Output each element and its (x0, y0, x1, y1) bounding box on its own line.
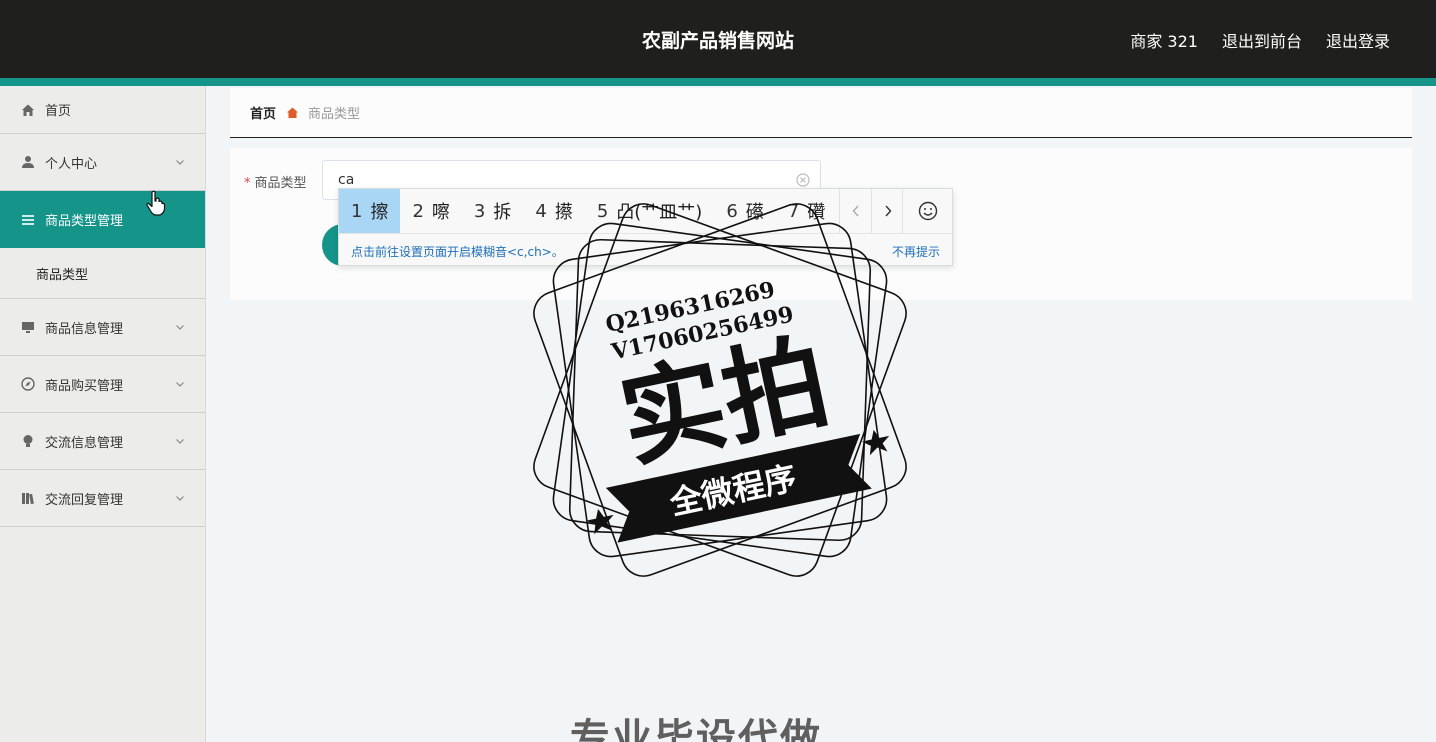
watermark-stamp: Q2196316269 V17060256499 实拍 全微程序 (533, 203, 907, 577)
sidebar-subitem-category[interactable]: 商品类型 (0, 248, 205, 299)
breadcrumb-current: 商品类型 (308, 107, 361, 122)
chevron-down-icon (176, 160, 184, 165)
smiley-icon (918, 201, 937, 221)
sidebar-item-category-management[interactable]: 商品类型管理 (0, 191, 205, 248)
user-name-link[interactable]: 商家 321 (1130, 28, 1198, 52)
sidebar-item-product-management[interactable]: 商品信息管理 (0, 299, 205, 356)
bottom-watermark-text: 专业毕设代做 (570, 716, 822, 742)
sidebar-item-label: 交流信息管理 (45, 435, 124, 451)
sidebar-item-label: 商品购买管理 (45, 378, 124, 394)
compass-icon (20, 376, 36, 392)
sidebar-item-personal-center[interactable]: 个人中心 (0, 134, 205, 191)
candidate-text: 擦 (370, 202, 389, 223)
candidate-text: 嚓 (431, 202, 450, 223)
accent-bar (0, 78, 1436, 86)
ime-candidate[interactable]: 1擦 (339, 189, 401, 233)
bulb-icon (20, 433, 36, 449)
home-icon (20, 102, 36, 118)
chevron-down-icon (176, 496, 184, 501)
sidebar-item-home[interactable]: 首页 (0, 86, 205, 134)
candidate-number: 2 (412, 200, 424, 222)
ime-candidate[interactable]: 2嚓 (400, 189, 461, 233)
clear-icon[interactable] (796, 173, 810, 187)
logout-link[interactable]: 退出登录 (1326, 28, 1390, 52)
sidebar-item-label: 交流回复管理 (45, 492, 124, 508)
list-icon (20, 212, 36, 228)
sidebar-item-label: 个人中心 (45, 156, 98, 172)
exit-to-front-link[interactable]: 退出到前台 (1222, 28, 1302, 52)
top-bar: 农副产品销售网站 商家 321 退出到前台 退出登录 (0, 0, 1436, 86)
sidebar-item-label: 商品信息管理 (45, 321, 124, 337)
candidate-text: 拆 (493, 202, 512, 223)
breadcrumb-home[interactable]: 首页 (250, 103, 276, 122)
candidate-number: 3 (473, 200, 486, 222)
chevron-down-icon (176, 325, 184, 330)
sidebar-item-label: 商品类型管理 (45, 214, 124, 229)
chevron-down-icon (176, 439, 184, 444)
required-mark: * (244, 176, 251, 191)
sidebar: 首页 个人中心 商品类型管理 商品类型 商品信息管理 商品购买管理 交流信息管理 (0, 86, 206, 742)
book-icon (20, 490, 36, 506)
hand-cursor-icon (146, 190, 166, 216)
sidebar-item-communication-management[interactable]: 交流信息管理 (0, 413, 205, 470)
sidebar-item-purchase-management[interactable]: 商品购买管理 (0, 356, 205, 413)
house-separator-icon (286, 106, 299, 119)
breadcrumb: 首页 商品类型 (230, 88, 1412, 138)
ime-candidate[interactable]: 3拆 (462, 189, 523, 233)
category-input-value: ca (338, 172, 355, 188)
category-field-label: * 商品类型 (244, 172, 307, 191)
category-label-text: 商品类型 (254, 176, 307, 191)
candidate-number: 1 (351, 200, 363, 222)
monitor-icon (20, 319, 36, 335)
sidebar-item-reply-management[interactable]: 交流回复管理 (0, 470, 205, 527)
chevron-down-icon (176, 382, 184, 387)
user-icon (20, 154, 36, 170)
top-links: 商家 321 退出到前台 退出登录 (1130, 28, 1390, 52)
sidebar-item-label: 首页 (45, 104, 72, 119)
